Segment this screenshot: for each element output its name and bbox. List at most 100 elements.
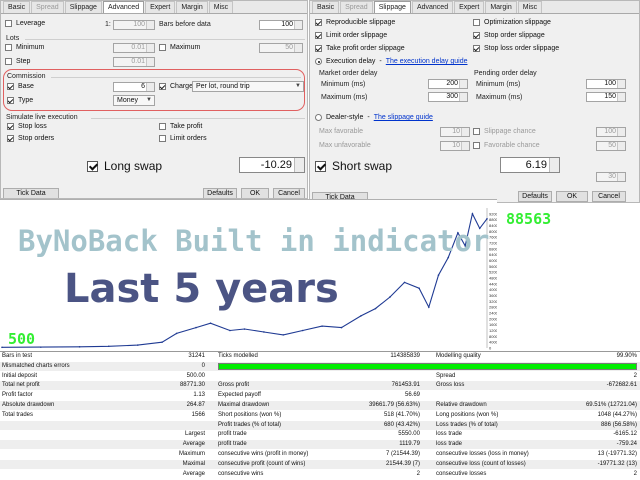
commission-charged-value: Per lot, round trip	[196, 83, 250, 90]
slippage-chance-input[interactable]: 100	[596, 127, 626, 137]
favorable-chance-input[interactable]: 50	[596, 141, 626, 151]
max-unfavorable-input[interactable]: 10	[440, 141, 470, 151]
execution-delay-guide-link[interactable]: The execution delay guide	[386, 58, 468, 65]
simulate-stop-orders-label: Stop orders	[18, 135, 55, 142]
long-swap-checkbox[interactable]	[87, 160, 98, 172]
defaults-button[interactable]: Defaults	[203, 188, 237, 198]
report-row: Profit factor 1.13 Expected payoff 56.69	[0, 391, 640, 400]
simulate-limit-orders-checkbox[interactable]	[159, 135, 166, 142]
commission-charged-checkbox[interactable]	[159, 83, 166, 90]
slippage-chance-checkbox[interactable]	[473, 128, 480, 135]
report-value-col2: 21544.39 (7)	[385, 460, 420, 467]
report-value-col2: 56.69	[404, 392, 420, 399]
execution-delay-dash: -	[379, 58, 382, 65]
lots-minimum-checkbox[interactable]	[5, 44, 12, 51]
right-tab-advanced[interactable]: Advanced	[411, 1, 454, 13]
report-row: Profit trades (% of total) 680 (43.42%) Lo…	[0, 420, 640, 430]
y-tick-label: 8000	[489, 334, 497, 339]
simulate-take-profit-checkbox[interactable]	[159, 123, 166, 130]
leverage-input[interactable]: 100	[113, 20, 155, 30]
lots-maximum-label: Maximum	[170, 44, 201, 51]
optimization-slippage-checkbox[interactable]	[473, 19, 480, 26]
lots-maximum-input[interactable]: 50	[259, 43, 303, 53]
commission-base-row: Base	[7, 83, 34, 90]
long-swap-input[interactable]: -10.29	[239, 157, 305, 173]
left-tab-spread[interactable]: Spread	[31, 1, 64, 13]
left-tab-misc[interactable]: Misc	[208, 1, 234, 13]
commission-type-select[interactable]: Money ▼	[113, 95, 155, 106]
modelling-quality-bar	[218, 362, 637, 370]
stop-order-slippage-checkbox[interactable]	[473, 32, 480, 39]
left-tab-margin[interactable]: Margin	[176, 1, 208, 13]
dealer-style-row: Dealer-style - The slippage guide	[315, 114, 433, 121]
short-swap-checkbox[interactable]	[315, 160, 326, 172]
stop-loss-order-slippage-label: Stop loss order slippage	[484, 45, 560, 52]
execution-delay-radio[interactable]	[315, 58, 322, 65]
balance-point	[321, 325, 323, 327]
right-cancel-button[interactable]: Cancel	[592, 191, 626, 202]
commission-type-value: Money	[117, 97, 139, 104]
right-defaults-button[interactable]: Defaults	[518, 191, 552, 202]
lots-maximum-checkbox[interactable]	[159, 44, 166, 51]
simulate-stop-orders-checkbox[interactable]	[7, 135, 14, 142]
reproducible-slippage-checkbox[interactable]	[315, 19, 322, 26]
tick-data-manager-button[interactable]: Tick Data Manager	[3, 188, 59, 198]
left-bottom-strip: Tick Data Manager Defaults OK Cancel	[1, 187, 307, 198]
simulate-take-profit-label: Take profit	[170, 123, 203, 130]
left-tab-expert[interactable]: Expert	[145, 1, 176, 13]
favorable-chance-checkbox[interactable]	[473, 142, 480, 149]
short-swap-input[interactable]: 6.19	[500, 157, 560, 173]
left-tab-basic[interactable]: Basic	[3, 1, 31, 13]
y-tick-label: 0	[489, 346, 492, 351]
take-profit-order-slippage-checkbox[interactable]	[315, 45, 322, 52]
limit-order-slippage-label: Limit order slippage	[326, 32, 388, 39]
right-tab-margin[interactable]: Margin	[485, 1, 517, 13]
limit-order-slippage-checkbox[interactable]	[315, 32, 322, 39]
market-maximum-input[interactable]: 300	[428, 92, 468, 102]
max-favorable-input[interactable]: 10	[440, 127, 470, 137]
right-tab-basic[interactable]: Basic	[312, 1, 340, 13]
left-tab-slippage[interactable]: Slippage	[64, 1, 102, 13]
pending-minimum-input[interactable]: 100	[586, 79, 626, 89]
right-tab-spread[interactable]: Spread	[340, 1, 373, 13]
balance-point	[78, 346, 81, 348]
commission-base-checkbox[interactable]	[7, 83, 14, 90]
report-row: Maximal consecutive profit (count of wins…	[0, 459, 640, 469]
report-label-col2: consecutive wins (profit in money)	[218, 451, 309, 457]
right-tab-expert[interactable]: Expert	[454, 1, 485, 13]
long-swap-label: Long swap	[104, 159, 163, 173]
report-value-col2: 761453.91	[391, 382, 420, 389]
dealer-style-radio[interactable]	[315, 114, 322, 121]
lots-step-checkbox[interactable]	[5, 58, 12, 65]
right-tab-misc[interactable]: Misc	[517, 1, 543, 13]
report-row: Total trades 1566 Short positions (won %) 5…	[0, 411, 640, 420]
stop-loss-order-slippage-checkbox[interactable]	[473, 45, 480, 52]
report-label-col2: Short positions (won %)	[218, 411, 282, 418]
simulate-stop-loss-checkbox[interactable]	[7, 123, 14, 130]
right-ok-button[interactable]: OK	[556, 191, 588, 202]
balance-point	[209, 322, 212, 325]
overlay-start-value: 500	[8, 330, 36, 348]
commission-charged-select[interactable]: Per lot, round trip ▼	[192, 81, 304, 92]
commission-base-input[interactable]: 6	[113, 82, 155, 92]
lots-step-input[interactable]: 0.01	[113, 57, 155, 67]
y-tick-label: 76000	[489, 235, 497, 240]
lots-divider	[25, 39, 305, 40]
pending-maximum-input[interactable]: 150	[586, 92, 626, 102]
slippage-chance-row: Slippage chance	[473, 128, 536, 135]
left-tab-advanced[interactable]: Advanced	[102, 1, 145, 13]
balance-point	[263, 331, 265, 333]
commission-label: Commission	[7, 73, 46, 80]
market-minimum-input[interactable]: 200	[428, 79, 468, 89]
lots-minimum-input[interactable]: 0.01	[113, 43, 155, 53]
leverage-checkbox[interactable]	[5, 20, 12, 27]
bars-before-data-input[interactable]: 100	[259, 20, 303, 30]
commission-type-checkbox[interactable]	[7, 97, 14, 104]
backtest-report: Bars in test 31241 Ticks modelled 114385839…	[0, 351, 640, 480]
right-tab-slippage[interactable]: Slippage	[373, 1, 411, 13]
extra-disabled-input[interactable]: 30	[596, 172, 626, 182]
y-tick-label: 32000	[489, 299, 497, 304]
slippage-guide-link[interactable]: The slippage guide	[374, 114, 433, 121]
cancel-button[interactable]: Cancel	[273, 188, 305, 198]
ok-button[interactable]: OK	[241, 188, 269, 198]
